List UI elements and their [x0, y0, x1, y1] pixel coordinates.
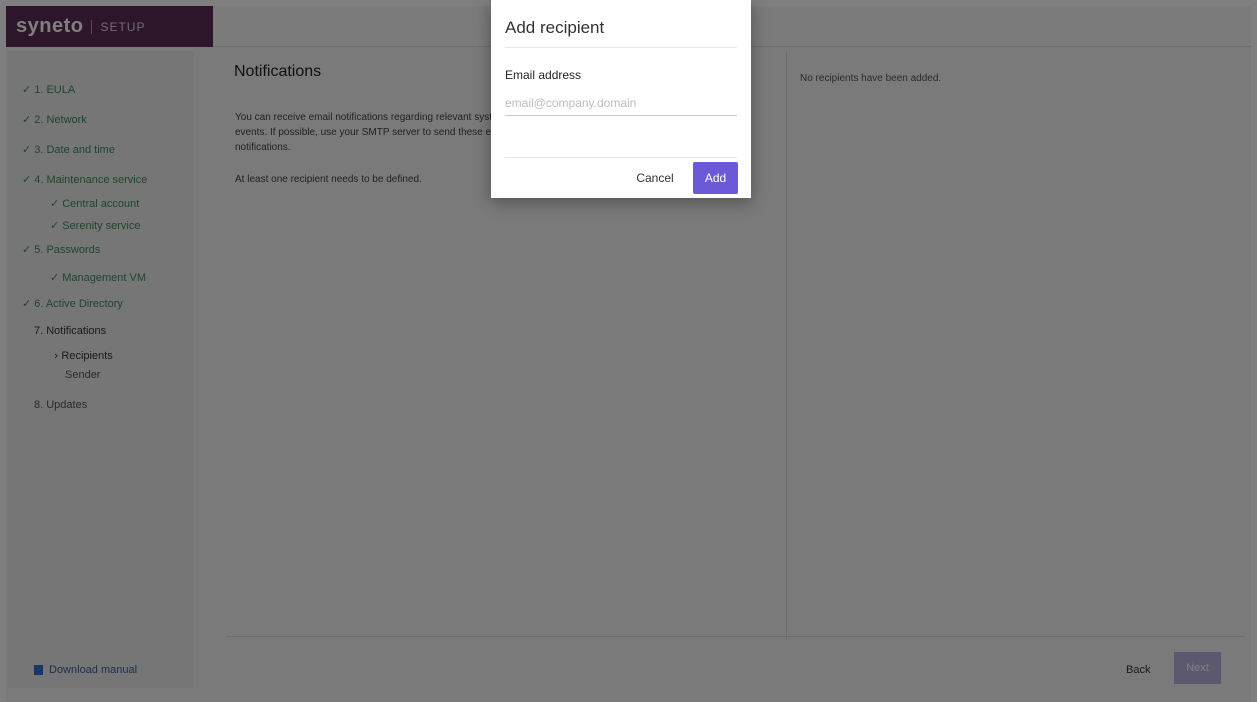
- cancel-button[interactable]: Cancel: [629, 162, 681, 194]
- email-address-label: Email address: [505, 68, 582, 82]
- dialog-header-divider: [505, 47, 737, 48]
- dialog-footer-divider: [505, 157, 737, 158]
- add-button[interactable]: Add: [693, 162, 738, 194]
- dialog-title: Add recipient: [505, 18, 605, 37]
- add-recipient-dialog: Add recipient Email address Cancel Add: [491, 0, 751, 198]
- email-address-input[interactable]: [505, 90, 737, 116]
